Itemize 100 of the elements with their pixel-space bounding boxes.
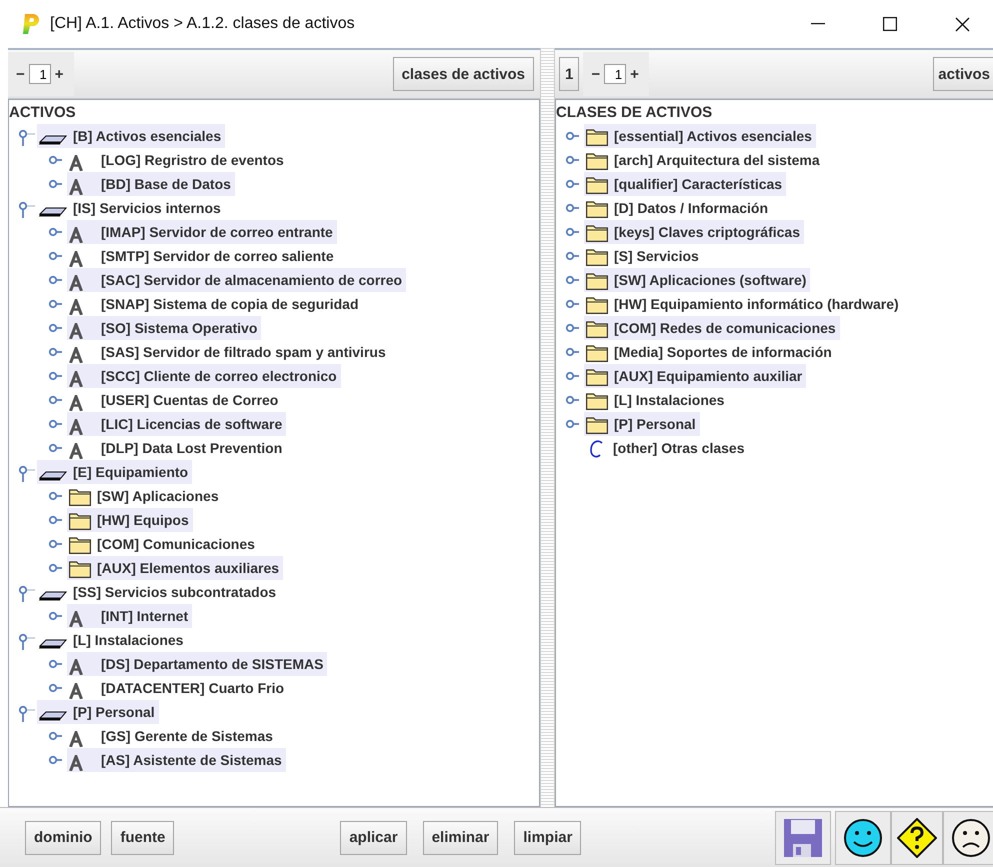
tree-item-label: [IMAP] Servidor de correo entrante [101, 224, 333, 240]
tree-row[interactable]: [D] Datos / Información [584, 196, 772, 220]
action-button[interactable]: limpiar [514, 820, 582, 854]
action-button[interactable]: eliminar [422, 820, 498, 854]
tree-row[interactable]: [L] Instalaciones [37, 628, 188, 652]
tree-row[interactable]: [IMAP] Servidor de correo entrante [67, 220, 337, 244]
tree-item-label: [AS] Asistente de Sistemas [101, 752, 282, 768]
tree-row[interactable]: [SW] Aplicaciones [67, 484, 223, 508]
sad-button[interactable] [943, 810, 993, 864]
minimize-icon[interactable] [811, 23, 825, 25]
tree-row[interactable]: [SAS] Servidor de filtrado spam y antivirus [67, 340, 390, 364]
tree-row[interactable]: [INT] Internet [67, 604, 192, 628]
folder-icon [586, 128, 608, 146]
tree-row[interactable]: [BD] Base de Datos [67, 172, 235, 196]
tree-item-label: [AUX] Elementos auxiliares [97, 560, 280, 576]
letter-a-icon [69, 682, 83, 698]
tree-row[interactable]: [GS] Gerente de Sistemas [67, 724, 277, 748]
tree-row[interactable]: [SS] Servicios subcontratados [37, 580, 280, 604]
tree-row[interactable]: [SW] Aplicaciones (software) [584, 268, 810, 292]
toggle-tree-button[interactable]: clases de activos [392, 57, 534, 91]
tree-row[interactable]: [B] Activos esenciales [37, 124, 226, 148]
happy-button[interactable] [835, 810, 891, 864]
tree-row[interactable]: [HW] Equipamiento informático (hardware) [584, 292, 903, 316]
tree-row[interactable]: [Media] Soportes de información [584, 340, 836, 364]
tree-row[interactable]: [P] Personal [584, 412, 700, 436]
tree-row[interactable]: [USER] Cuentas de Correo [67, 388, 282, 412]
question-diamond-icon [897, 818, 937, 858]
tree-row[interactable]: [AUX] Equipamiento auxiliar [584, 364, 806, 388]
tree-row[interactable]: [LOG] Regristro de eventos [67, 148, 288, 172]
tree-row[interactable]: [other] Otras clases [584, 436, 748, 460]
tree-row[interactable]: [AUX] Elementos auxiliares [67, 556, 284, 580]
tree-row[interactable]: [SCC] Cliente de correo electronico [67, 364, 341, 388]
tree-item-label: [Media] Soportes de información [614, 344, 832, 360]
tree-row[interactable]: [P] Personal [37, 700, 159, 724]
increment[interactable]: + [630, 66, 639, 82]
layer-icon [39, 471, 67, 481]
page-field[interactable]: 1 [28, 64, 51, 84]
tree-row[interactable]: [SMTP] Servidor de correo saliente [67, 244, 338, 268]
tree-item-label: [USER] Cuentas de Correo [101, 392, 278, 408]
tree-item-label: [COM] Redes de comunicaciones [614, 320, 836, 336]
folder-icon [586, 344, 608, 362]
tree-row[interactable]: [E] Equipamiento [37, 460, 192, 484]
tree-item-label: [L] Instalaciones [73, 632, 184, 648]
tree-item-label: [DATACENTER] Cuarto Frio [101, 680, 284, 696]
tree-item-label: [other] Otras clases [613, 440, 744, 456]
tree-row[interactable]: [SO] Sistema Operativo [67, 316, 262, 340]
tree-root: ACTIVOS [9, 103, 77, 123]
tree-item-label: [L] Instalaciones [614, 392, 724, 408]
help-button[interactable] [891, 810, 943, 864]
footer-button[interactable]: dominio [25, 820, 102, 854]
tree-row[interactable]: [S] Servicios [584, 244, 703, 268]
folder-icon [586, 392, 608, 410]
tree-row[interactable]: [qualifier] Características [584, 172, 786, 196]
tree-row[interactable]: [L] Instalaciones [584, 388, 728, 412]
close-icon[interactable] [954, 16, 970, 32]
tree-item-label: [DLP] Data Lost Prevention [101, 440, 282, 456]
tree-item-label: [B] Activos esenciales [73, 128, 222, 144]
tree-row[interactable]: [keys] Claves criptográficas [584, 220, 804, 244]
layer-icon [39, 639, 67, 649]
decrement[interactable]: − [591, 66, 600, 82]
folder-icon [586, 200, 608, 218]
tree-row[interactable]: [IS] Servicios internos [37, 196, 225, 220]
tree-row[interactable]: [SNAP] Sistema de copia de seguridad [67, 292, 363, 316]
sad-face-icon [951, 818, 991, 858]
tree-row[interactable]: [HW] Equipos [67, 508, 193, 532]
letter-a-icon [69, 442, 83, 458]
tree-row[interactable]: [AS] Asistente de Sistemas [67, 748, 286, 772]
folder-icon [586, 296, 608, 314]
page-field[interactable]: 1 [604, 64, 626, 84]
tree-row[interactable]: [DATACENTER] Cuarto Frio [67, 676, 288, 700]
action-button[interactable]: aplicar [340, 820, 407, 854]
tree-item-label: [arch] Arquitectura del sistema [614, 152, 820, 168]
save-button[interactable] [775, 810, 831, 864]
tree-row[interactable]: [arch] Arquitectura del sistema [584, 148, 824, 172]
maximize-icon[interactable] [883, 17, 897, 31]
folder-icon [586, 368, 608, 386]
page-button[interactable]: 1 [559, 57, 580, 91]
tree-item-label: [COM] Comunicaciones [97, 536, 255, 552]
tree-item-label: [IS] Servicios internos [73, 200, 221, 216]
toggle-tree-button[interactable]: activos [933, 57, 993, 91]
tree-row[interactable]: [SAC] Servidor de almacenamiento de correo [67, 268, 406, 292]
letter-a-icon [69, 322, 83, 338]
tree-item-label: [INT] Internet [101, 608, 188, 624]
tree-item-label: [essential] Activos esenciales [614, 128, 812, 144]
tree-row[interactable]: [LIC] Licencias de software [67, 412, 286, 436]
tree-row[interactable]: [COM] Redes de comunicaciones [584, 316, 840, 340]
letter-a-icon [69, 346, 83, 362]
footer-button[interactable]: fuente [111, 820, 174, 854]
tree-item-label: [HW] Equipamiento informático (hardware) [614, 296, 899, 312]
tree-row[interactable]: [essential] Activos esenciales [584, 124, 816, 148]
tree-row[interactable]: [COM] Comunicaciones [67, 532, 259, 556]
tree-row[interactable]: [DLP] Data Lost Prevention [67, 436, 286, 460]
increment[interactable]: + [54, 66, 64, 82]
letter-a-icon [69, 610, 83, 626]
folder-icon [69, 536, 91, 554]
tree-item-label: [SAC] Servidor de almacenamiento de correo [101, 272, 402, 288]
tree-item-label: [D] Datos / Información [614, 200, 768, 216]
tree-item-label: [P] Personal [614, 416, 696, 432]
tree-row[interactable]: [DS] Departamento de SISTEMAS [67, 652, 328, 676]
decrement[interactable]: − [16, 66, 25, 82]
